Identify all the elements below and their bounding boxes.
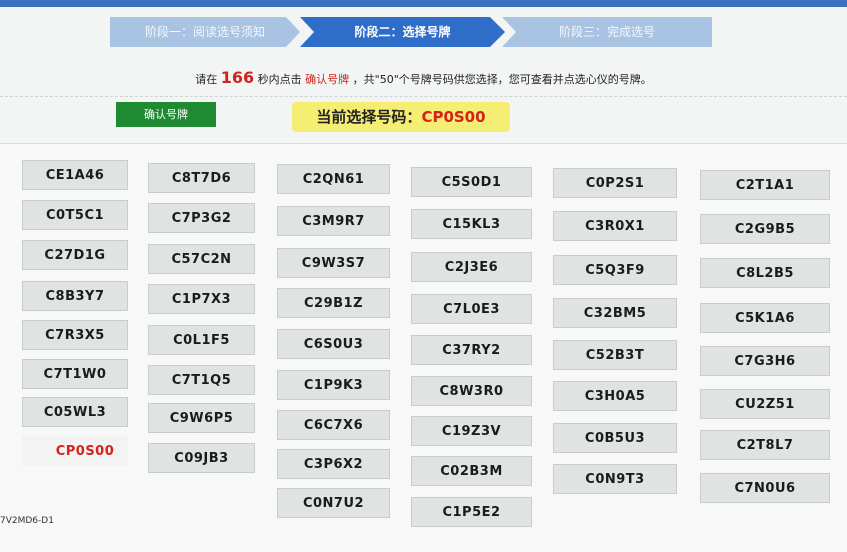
plate-option[interactable]: C8L2B5 bbox=[700, 258, 830, 288]
plate-option[interactable]: C0L1F5 bbox=[148, 325, 255, 355]
plate-option[interactable]: C2G9B5 bbox=[700, 214, 830, 244]
plate-option[interactable]: C7T1Q5 bbox=[148, 365, 255, 395]
plate-option[interactable]: C57C2N bbox=[148, 244, 255, 274]
plate-option[interactable]: C27D1G bbox=[22, 240, 128, 270]
notice-prefix: 请在 bbox=[195, 73, 218, 86]
notice-middle: 秒内点击 bbox=[257, 73, 302, 86]
plate-option[interactable]: CE1A46 bbox=[22, 160, 128, 190]
plate-option[interactable]: C52B3T bbox=[553, 340, 677, 370]
plate-option[interactable]: C6S0U3 bbox=[277, 329, 390, 359]
confirm-plate-button[interactable]: 确认号牌 bbox=[116, 102, 216, 127]
plate-option[interactable]: C3P6X2 bbox=[277, 449, 390, 479]
notice-highlight: 确认号牌 bbox=[305, 73, 350, 86]
plate-option[interactable]: C9W6P5 bbox=[148, 403, 255, 433]
plate-option[interactable]: C2QN61 bbox=[277, 164, 390, 194]
plate-option[interactable]: C7N0U6 bbox=[700, 473, 830, 503]
plate-option[interactable]: C1P7X3 bbox=[148, 284, 255, 314]
plate-option[interactable]: C3H0A5 bbox=[553, 381, 677, 411]
plate-option[interactable]: C32BM5 bbox=[553, 298, 677, 328]
plate-option[interactable]: C02B3M bbox=[411, 456, 532, 486]
plate-option[interactable]: C6C7X6 bbox=[277, 410, 390, 440]
plate-option[interactable]: C0N7U2 bbox=[277, 488, 390, 518]
plate-option[interactable]: C05WL3 bbox=[22, 397, 128, 427]
plate-option[interactable]: C1P9K3 bbox=[277, 370, 390, 400]
plate-option[interactable]: C3M9R7 bbox=[277, 206, 390, 236]
countdown-seconds: 166 bbox=[220, 68, 255, 87]
plate-option[interactable]: C5Q3F9 bbox=[553, 255, 677, 285]
top-accent-bar bbox=[0, 0, 847, 7]
plate-option[interactable]: C8T7D6 bbox=[148, 163, 255, 193]
plate-option[interactable]: C5K1A6 bbox=[700, 303, 830, 333]
plate-option[interactable]: C7L0E3 bbox=[411, 294, 532, 324]
plate-option[interactable]: C29B1Z bbox=[277, 288, 390, 318]
plate-option[interactable]: C0P2S1 bbox=[553, 168, 677, 198]
step-progress: 阶段一：阅读选号须知 阶段二：选择号牌 阶段三：完成选号 bbox=[110, 17, 720, 47]
plate-option[interactable]: C8B3Y7 bbox=[22, 281, 128, 311]
instruction-text: 请在 166 秒内点击 确认号牌 ，共"50"个号牌号码供您选择，您可查看并点选… bbox=[0, 68, 847, 87]
plate-option[interactable]: C2J3E6 bbox=[411, 252, 532, 282]
current-selection-code: CP0S00 bbox=[421, 108, 486, 126]
plate-option[interactable]: C15KL3 bbox=[411, 209, 532, 239]
plate-option[interactable]: C0T5C1 bbox=[22, 200, 128, 230]
notice-suffix: ，共"50"个号牌号码供您选择，您可查看并点选心仪的号牌。 bbox=[352, 73, 652, 86]
step-2-active: 阶段二：选择号牌 bbox=[300, 17, 505, 47]
plate-option-selected[interactable]: CP0S00 bbox=[22, 436, 128, 466]
divider bbox=[0, 96, 847, 97]
footer-code: 7V2MD6-D1 bbox=[0, 516, 54, 526]
plate-option[interactable]: C9W3S7 bbox=[277, 248, 390, 278]
plate-option[interactable]: C37RY2 bbox=[411, 335, 532, 365]
plate-option[interactable]: C2T1A1 bbox=[700, 170, 830, 200]
plate-option[interactable]: C5S0D1 bbox=[411, 167, 532, 197]
plate-option[interactable]: C7R3X5 bbox=[22, 320, 128, 350]
plate-option[interactable]: C7P3G2 bbox=[148, 203, 255, 233]
current-selection: 当前选择号码：CP0S00 bbox=[292, 102, 510, 132]
plate-option[interactable]: C8W3R0 bbox=[411, 376, 532, 406]
step-3: 阶段三：完成选号 bbox=[502, 17, 712, 47]
plate-option[interactable]: C0N9T3 bbox=[553, 464, 677, 494]
plate-option[interactable]: C7T1W0 bbox=[22, 359, 128, 389]
plate-option[interactable]: C2T8L7 bbox=[700, 430, 830, 460]
plate-option[interactable]: C0B5U3 bbox=[553, 423, 677, 453]
plate-option[interactable]: C3R0X1 bbox=[553, 211, 677, 241]
plate-option[interactable]: C7G3H6 bbox=[700, 346, 830, 376]
plate-option[interactable]: C19Z3V bbox=[411, 416, 532, 446]
plate-option[interactable]: C1P5E2 bbox=[411, 497, 532, 527]
plate-option[interactable]: C09JB3 bbox=[148, 443, 255, 473]
current-selection-label: 当前选择号码： bbox=[316, 108, 422, 126]
plate-option[interactable]: CU2Z51 bbox=[700, 389, 830, 419]
step-1: 阶段一：阅读选号须知 bbox=[110, 17, 300, 47]
